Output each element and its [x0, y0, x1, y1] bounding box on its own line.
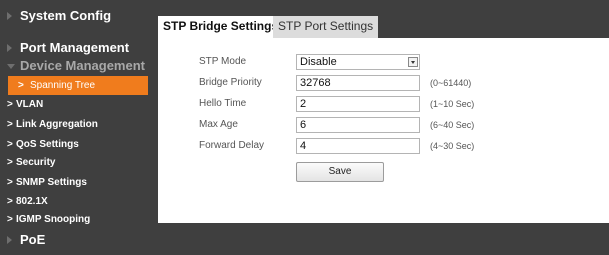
footer-bar [158, 223, 609, 255]
sidebar-item-spanning-tree[interactable]: > Spanning Tree [8, 76, 148, 95]
sidebar-item-802-1x[interactable]: > 802.1X [0, 192, 158, 211]
chevron-right-icon: > [7, 214, 13, 225]
sidebar-item-label: IGMP Snooping [16, 214, 91, 225]
nav-category-label: Port Management [20, 40, 130, 55]
bridge-priority-range: (0~61440) [430, 78, 472, 88]
main-content: STP Bridge Settings STP Port Settings ST… [158, 0, 609, 255]
sidebar-item-label: VLAN [16, 99, 44, 110]
sidebar-item-security[interactable]: > Security [0, 153, 158, 172]
dropdown-arrow-icon[interactable] [408, 57, 418, 67]
stp-mode-label: STP Mode [199, 56, 247, 67]
nav-category-system-config[interactable]: System Config [0, 6, 158, 25]
caret-right-icon [7, 44, 12, 52]
chevron-right-icon: > [7, 119, 13, 130]
hello-time-range: (1~10 Sec) [430, 99, 475, 109]
nav-category-port-management[interactable]: Port Management [0, 38, 158, 57]
sidebar-item-label: SNMP Settings [16, 177, 87, 188]
chevron-right-icon: > [18, 80, 24, 91]
save-button[interactable]: Save [296, 162, 384, 182]
max-age-label: Max Age [199, 119, 238, 130]
caret-right-icon [7, 236, 12, 244]
tab-bar: STP Bridge Settings STP Port Settings [158, 0, 609, 38]
sidebar: System Config Port Management Device Man… [0, 0, 158, 255]
sidebar-item-label: QoS Settings [16, 139, 79, 150]
nav-category-label: Device Management [20, 58, 145, 73]
stp-bridge-settings-form: STP Mode Disable Bridge Priority (0~6144… [158, 38, 609, 223]
chevron-right-icon: > [7, 99, 13, 110]
max-age-input[interactable] [296, 117, 420, 133]
nav-category-label: System Config [20, 8, 112, 23]
sidebar-item-link-aggregation[interactable]: > Link Aggregation [0, 115, 158, 134]
sidebar-item-label: 802.1X [16, 196, 48, 207]
caret-down-icon [7, 64, 15, 69]
hello-time-input[interactable] [296, 96, 420, 112]
bridge-priority-input[interactable] [296, 75, 420, 91]
sidebar-item-vlan[interactable]: > VLAN [0, 95, 158, 114]
chevron-right-icon: > [7, 196, 13, 207]
forward-delay-range: (4~30 Sec) [430, 141, 475, 151]
stp-mode-select[interactable]: Disable [296, 54, 420, 70]
forward-delay-input[interactable] [296, 138, 420, 154]
hello-time-label: Hello Time [199, 98, 247, 109]
sidebar-item-snmp-settings[interactable]: > SNMP Settings [0, 173, 158, 192]
tab-stp-port-settings[interactable]: STP Port Settings [273, 16, 379, 38]
max-age-range: (6~40 Sec) [430, 120, 475, 130]
chevron-right-icon: > [7, 157, 13, 168]
sidebar-item-label: Spanning Tree [30, 80, 96, 91]
tab-stp-bridge-settings[interactable]: STP Bridge Settings [158, 16, 284, 38]
chevron-right-icon: > [7, 177, 13, 188]
nav-category-label: PoE [20, 232, 46, 247]
nav-category-poe[interactable]: PoE [0, 230, 158, 249]
stp-mode-value: Disable [300, 56, 337, 68]
caret-right-icon [7, 12, 12, 20]
nav-category-device-management[interactable]: Device Management [0, 56, 158, 75]
forward-delay-label: Forward Delay [199, 140, 265, 151]
chevron-right-icon: > [7, 139, 13, 150]
sidebar-item-igmp-snooping[interactable]: > IGMP Snooping [0, 210, 158, 229]
sidebar-item-qos-settings[interactable]: > QoS Settings [0, 135, 158, 154]
bridge-priority-label: Bridge Priority [199, 77, 262, 88]
sidebar-item-label: Link Aggregation [16, 119, 98, 130]
sidebar-item-label: Security [16, 157, 56, 168]
